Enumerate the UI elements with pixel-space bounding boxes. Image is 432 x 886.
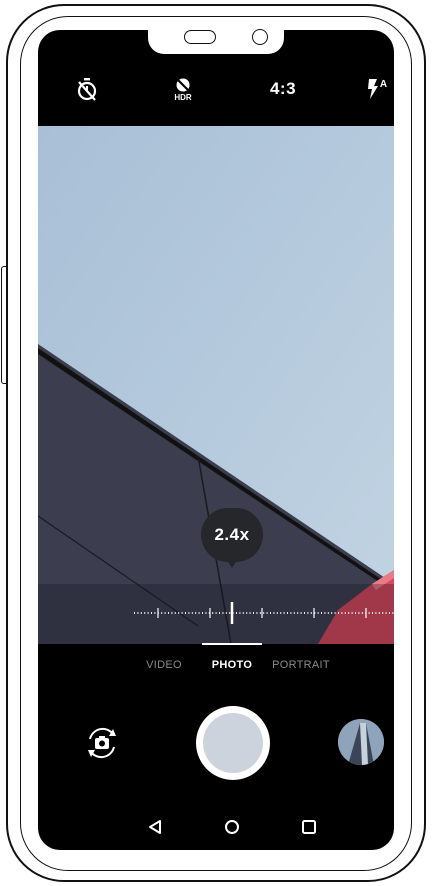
recents-icon[interactable] xyxy=(294,812,324,842)
zoom-slider-track[interactable] xyxy=(38,584,394,644)
home-icon[interactable] xyxy=(217,812,247,842)
mode-selected-underline xyxy=(202,643,262,645)
hdr-label: HDR xyxy=(174,92,192,102)
shutter-inner-ring xyxy=(203,713,263,773)
hdr-off-icon xyxy=(176,77,190,92)
gallery-thumbnail[interactable] xyxy=(338,719,384,765)
aspect-ratio-button[interactable]: 4:3 xyxy=(258,74,308,104)
earpiece-speaker xyxy=(184,30,216,44)
flash-auto-button[interactable]: A xyxy=(363,74,391,104)
mode-portrait[interactable]: PORTRAIT xyxy=(266,655,336,675)
zoom-level-indicator[interactable]: 2.4x xyxy=(201,508,263,562)
flash-icon xyxy=(367,79,378,99)
switch-camera-icon[interactable] xyxy=(82,723,122,763)
front-camera-lens xyxy=(252,29,268,45)
mode-video[interactable]: VIDEO xyxy=(140,655,188,675)
back-icon[interactable] xyxy=(140,812,170,842)
viewfinder[interactable] xyxy=(38,126,394,644)
timer-off-icon[interactable] xyxy=(72,74,102,104)
mode-photo[interactable]: PHOTO xyxy=(204,655,260,675)
hdr-toggle[interactable]: HDR xyxy=(166,74,200,104)
flash-mode-label: A xyxy=(379,78,388,90)
